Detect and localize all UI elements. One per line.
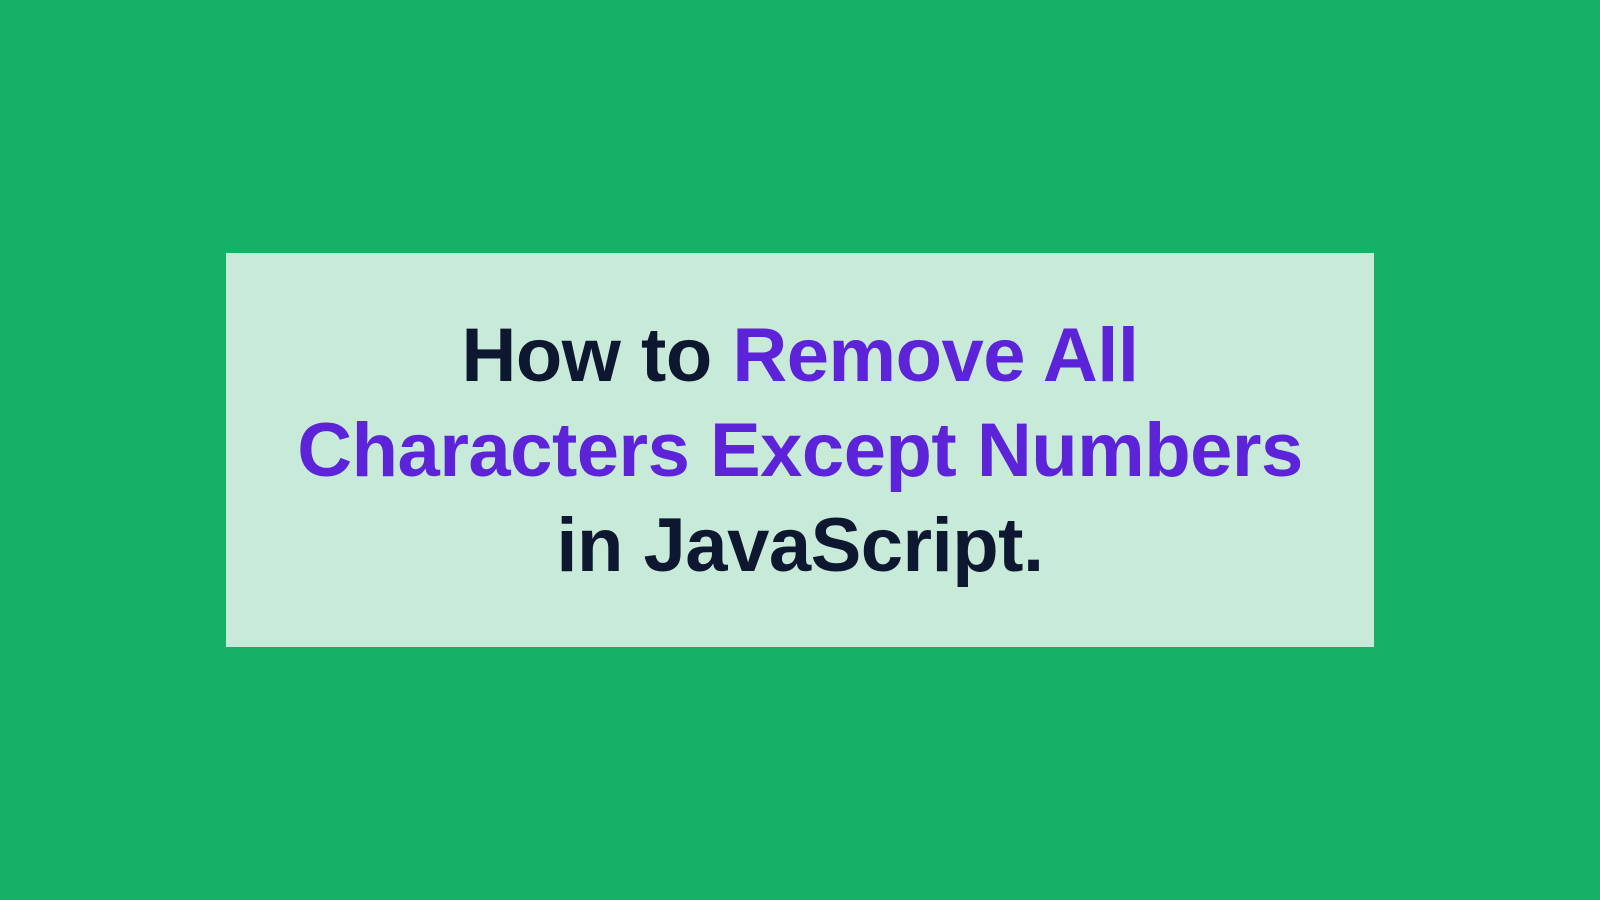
title-prefix: How to [462,313,733,398]
title-highlight: Remove All Characters Except Numbers [297,313,1302,493]
title-suffix: in JavaScript. [556,503,1043,588]
content-card: How to Remove All Characters Except Numb… [226,253,1374,647]
outer-frame: How to Remove All Characters Except Numb… [72,41,1528,859]
page-title: How to Remove All Characters Except Numb… [286,308,1314,593]
